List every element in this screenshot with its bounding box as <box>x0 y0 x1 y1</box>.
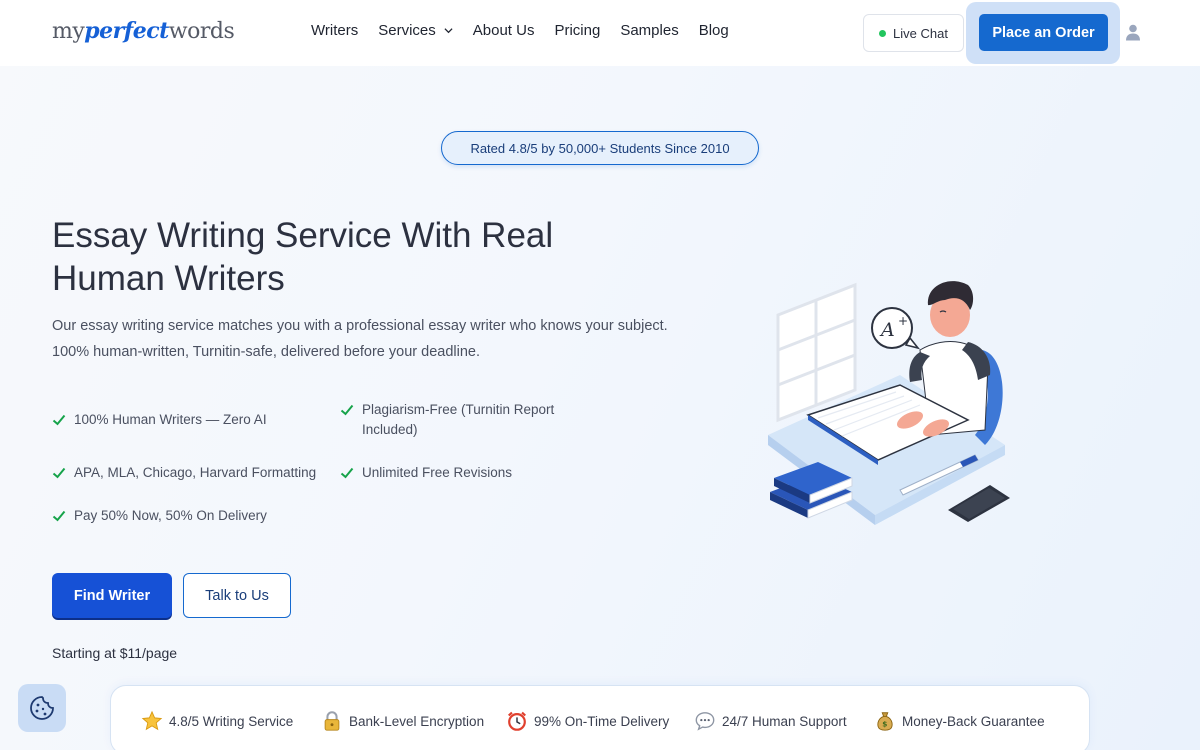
trust-item-encryption: Bank-Level Encryption <box>321 710 484 732</box>
user-account-icon[interactable] <box>1125 24 1141 41</box>
feature-item: 100% Human Writers — Zero AI <box>52 410 332 430</box>
talk-to-us-button[interactable]: Talk to Us <box>183 573 291 618</box>
trust-item-delivery: 99% On-Time Delivery <box>506 710 669 732</box>
online-status-dot <box>879 29 887 37</box>
check-icon <box>52 510 66 522</box>
site-logo[interactable]: myperfectwords <box>52 18 235 44</box>
speech-bubble-icon <box>695 712 715 731</box>
place-order-button[interactable]: Place an Order <box>979 14 1108 51</box>
trust-item-support: 24/7 Human Support <box>694 710 847 732</box>
check-icon <box>340 467 354 479</box>
star-icon <box>141 710 163 731</box>
live-chat-button[interactable]: Live Chat <box>863 14 964 52</box>
window-illustration <box>776 282 857 423</box>
starting-price: Starting at $11/page <box>52 645 178 661</box>
place-order-highlight: Place an Order <box>966 2 1120 64</box>
money-bag-icon: $ <box>877 712 893 731</box>
hero-description: Our essay writing service matches you wi… <box>52 318 668 360</box>
svg-text:A: A <box>879 319 895 341</box>
nav-samples[interactable]: Samples <box>620 22 678 39</box>
check-icon <box>52 467 66 479</box>
trust-item-guarantee: $ Money-Back Guarantee <box>874 710 1045 732</box>
svg-text:$: $ <box>882 720 887 729</box>
rating-badge: Rated 4.8/5 by 50,000+ Students Since 20… <box>441 131 759 165</box>
nav-pricing[interactable]: Pricing <box>554 22 600 39</box>
feature-item: Unlimited Free Revisions <box>340 463 590 483</box>
student-writing-illustration: A + <box>768 281 1010 525</box>
nav-about-us[interactable]: About Us <box>473 22 535 39</box>
trust-bar: 4.8/5 Writing Service Bank-Level Encrypt… <box>110 685 1090 750</box>
alarm-clock-icon <box>508 711 526 731</box>
check-icon <box>340 404 354 416</box>
site-header: myperfectwords Writers Services About Us… <box>0 0 1200 66</box>
a-plus-bubble-icon: A + <box>871 307 921 350</box>
check-icon <box>52 414 66 426</box>
feature-item: APA, MLA, Chicago, Harvard Formatting <box>52 463 342 483</box>
chevron-down-icon <box>444 28 453 34</box>
nav-services[interactable]: Services <box>378 22 453 39</box>
nav-writers[interactable]: Writers <box>311 22 358 39</box>
nav-blog[interactable]: Blog <box>699 22 729 39</box>
find-writer-button[interactable]: Find Writer <box>52 573 172 618</box>
feature-item: Pay 50% Now, 50% On Delivery <box>52 506 342 526</box>
cookie-icon <box>30 696 54 720</box>
lock-icon <box>324 711 340 731</box>
svg-text:+: + <box>898 314 908 328</box>
trust-item-rating: 4.8/5 Writing Service <box>141 710 293 732</box>
cookie-settings-button[interactable] <box>18 684 66 732</box>
phone-illustration <box>948 485 1010 522</box>
main-nav: Writers Services About Us Pricing Sample… <box>311 22 749 39</box>
feature-item: Plagiarism-Free (Turnitin Report Include… <box>340 400 590 440</box>
hero-title: Essay Writing Service With Real Human Wr… <box>52 216 554 298</box>
